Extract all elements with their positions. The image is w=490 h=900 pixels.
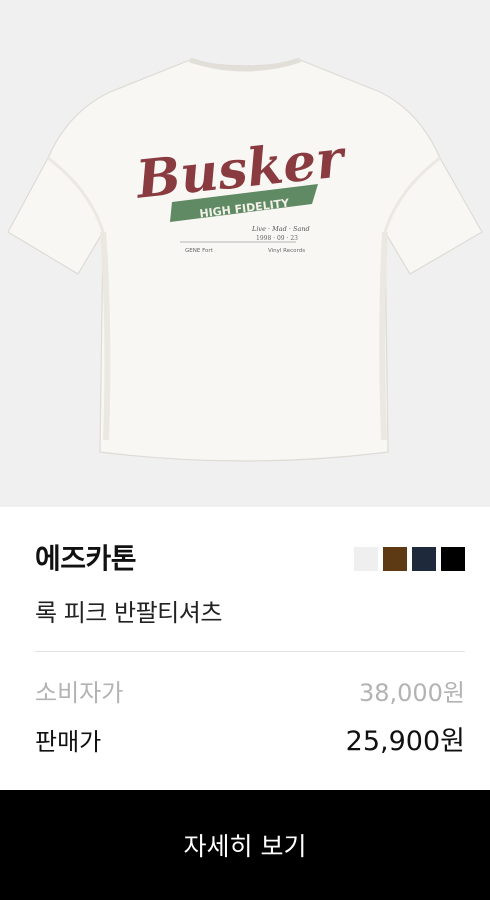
swatch-black[interactable] (441, 547, 465, 571)
retail-price-label: 소비자가 (35, 679, 124, 707)
sale-price: 25,900원 (345, 726, 465, 757)
tshirt-illustration: Busker HIGH FIDELITY Live · Mad · Sand 1… (7, 57, 483, 462)
swatch-brown[interactable] (383, 547, 407, 571)
product-info: 에즈카톤 록 피크 반팔티셔츠 소비자가 38,000원 판매가 25,900원 (0, 507, 490, 790)
swatch-navy[interactable] (412, 547, 436, 571)
print-small-text-4: Vinyl Records (268, 248, 305, 254)
product-card: Busker HIGH FIDELITY Live · Mad · Sand 1… (0, 0, 490, 900)
sale-price-label: 판매가 (35, 728, 102, 756)
color-swatches (354, 547, 465, 571)
retail-price: 38,000원 (358, 679, 465, 707)
divider (35, 651, 465, 652)
print-small-text-2: 1998 · 09 · 23 (256, 235, 298, 242)
tshirt-fold-right (379, 231, 388, 441)
swatch-white[interactable] (354, 547, 378, 571)
print-small-text-1: Live · Mad · Sand (251, 225, 310, 233)
sale-price-row: 판매가 25,900원 (35, 719, 465, 758)
print-small-text-3: GENE Fort (185, 248, 214, 254)
brand-name[interactable]: 에즈카톤 (35, 537, 137, 577)
view-details-button[interactable]: 자세히 보기 (0, 790, 490, 900)
product-image[interactable]: Busker HIGH FIDELITY Live · Mad · Sand 1… (0, 0, 490, 507)
tshirt-body (7, 59, 483, 462)
product-name[interactable]: 록 피크 반팔티셔츠 (35, 593, 222, 628)
retail-price-row: 소비자가 38,000원 (35, 673, 465, 708)
